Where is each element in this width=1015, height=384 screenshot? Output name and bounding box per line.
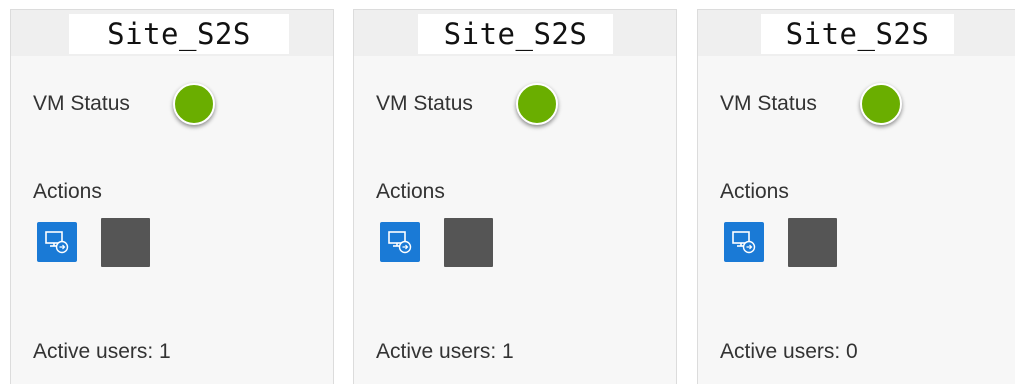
stop-button[interactable] — [788, 218, 837, 267]
vm-card: Site_S2S VM Status Actions Active users:… — [353, 9, 677, 384]
actions-label: Actions — [720, 180, 789, 203]
vm-card-grid: Site_S2S VM Status Actions Active users:… — [0, 0, 1015, 384]
connect-button[interactable] — [37, 222, 77, 262]
card-header: Site_S2S — [11, 10, 333, 56]
card-title: Site_S2S — [418, 14, 613, 54]
actions-label: Actions — [33, 180, 102, 203]
vm-card: Site_S2S VM Status Actions Active users:… — [697, 9, 1015, 384]
card-title: Site_S2S — [761, 14, 954, 54]
vm-status-indicator — [860, 83, 902, 125]
active-users-label: Active users: 1 — [33, 340, 171, 363]
card-header: Site_S2S — [698, 10, 1015, 56]
vm-status-indicator — [516, 83, 558, 125]
remote-desktop-icon — [388, 231, 412, 254]
vm-status-label: VM Status — [720, 92, 817, 115]
vm-card: Site_S2S VM Status Actions Active users:… — [10, 9, 334, 384]
active-users-label: Active users: 0 — [720, 340, 858, 363]
vm-status-indicator — [173, 83, 215, 125]
vm-status-label: VM Status — [376, 92, 473, 115]
connect-button[interactable] — [380, 222, 420, 262]
vm-status-label: VM Status — [33, 92, 130, 115]
connect-button[interactable] — [724, 222, 764, 262]
card-header: Site_S2S — [354, 10, 676, 56]
remote-desktop-icon — [732, 231, 756, 254]
card-title: Site_S2S — [69, 14, 289, 54]
stop-button[interactable] — [101, 218, 150, 267]
actions-label: Actions — [376, 180, 445, 203]
active-users-label: Active users: 1 — [376, 340, 514, 363]
stop-button[interactable] — [444, 218, 493, 267]
remote-desktop-icon — [45, 231, 69, 254]
